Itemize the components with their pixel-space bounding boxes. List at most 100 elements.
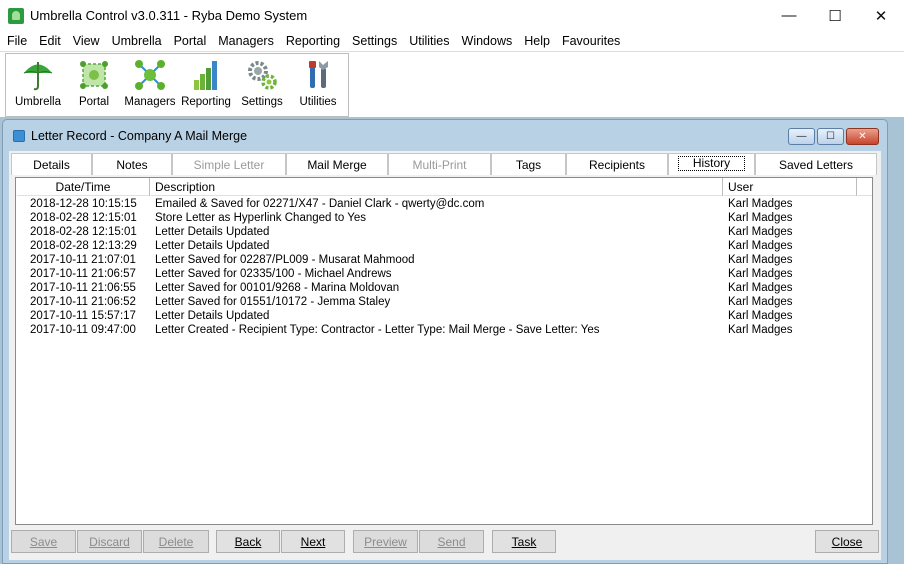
row-date: 2018-02-28 12:15:01 bbox=[30, 226, 137, 238]
toolbar-portal-button[interactable]: Portal bbox=[66, 54, 122, 116]
menu-edit[interactable]: Edit bbox=[32, 34, 66, 48]
tab-recipients-label: Recipients bbox=[588, 157, 646, 172]
umbrella-icon bbox=[23, 62, 53, 91]
close-button[interactable]: ✕ bbox=[858, 0, 904, 31]
toolbar-managers-button[interactable]: Managers bbox=[122, 54, 178, 116]
tab-history-label: History bbox=[677, 156, 746, 171]
row-description: Letter Details Updated bbox=[155, 226, 270, 238]
row-user: Karl Madges bbox=[728, 268, 793, 280]
menu-settings[interactable]: Settings bbox=[345, 34, 402, 48]
history-row[interactable]: 2018-02-28 12:13:29 Letter Details Update… bbox=[16, 239, 872, 253]
row-user: Karl Madges bbox=[728, 282, 793, 294]
tab-simple-letter[interactable]: Simple Letter bbox=[172, 153, 286, 175]
tab-simple-letter-label: Simple Letter bbox=[193, 157, 265, 172]
tools-icon bbox=[309, 61, 328, 88]
menu-reporting[interactable]: Reporting bbox=[279, 34, 345, 48]
portal-icon bbox=[80, 61, 108, 89]
tab-strip: Details Notes Simple Letter Mail Merge M… bbox=[11, 153, 877, 175]
tab-mail-merge[interactable]: Mail Merge bbox=[286, 153, 388, 175]
back-button[interactable]: Back bbox=[216, 530, 280, 553]
child-window-title: Letter Record - Company A Mail Merge bbox=[31, 128, 248, 143]
tab-history[interactable]: History bbox=[668, 153, 755, 175]
menu-portal[interactable]: Portal bbox=[167, 34, 212, 48]
tab-recipients[interactable]: Recipients bbox=[566, 153, 668, 175]
toolbar-area: Umbrella Portal Managers Reporting Setti… bbox=[0, 51, 904, 117]
tab-saved-letters[interactable]: Saved Letters bbox=[755, 153, 877, 175]
history-list-header: Date/Time Description User bbox=[16, 178, 872, 196]
toolbar-settings-button[interactable]: Settings bbox=[234, 54, 290, 116]
history-row[interactable]: 2018-02-28 12:15:01 Letter Details Update… bbox=[16, 225, 872, 239]
delete-button[interactable]: Delete bbox=[143, 530, 209, 553]
next-button[interactable]: Next bbox=[281, 530, 345, 553]
row-date: 2017-10-11 21:06:52 bbox=[30, 296, 136, 308]
row-description: Letter Details Updated bbox=[155, 310, 270, 322]
row-description: Emailed & Saved for 02271/X47 - Daniel C… bbox=[155, 198, 485, 210]
tab-multi-print-label: Multi-Print bbox=[412, 157, 467, 172]
minimize-button[interactable]: — bbox=[766, 0, 812, 31]
history-row[interactable]: 2018-12-28 10:15:15 Emailed & Saved for 0… bbox=[16, 197, 872, 211]
managers-icon bbox=[135, 60, 165, 90]
row-description: Letter Saved for 00101/9268 - Marina Mol… bbox=[155, 282, 400, 294]
row-user: Karl Madges bbox=[728, 296, 793, 308]
history-row[interactable]: 2017-10-11 09:47:00 Letter Created - Reci… bbox=[16, 323, 872, 337]
row-date: 2017-10-11 15:57:17 bbox=[30, 310, 136, 322]
toolbar-settings-label: Settings bbox=[241, 96, 283, 108]
history-row[interactable]: 2018-02-28 12:15:01 Store Letter as Hyper… bbox=[16, 211, 872, 225]
tab-tags-label: Tags bbox=[515, 157, 542, 172]
tab-multi-print[interactable]: Multi-Print bbox=[388, 153, 491, 175]
menu-help[interactable]: Help bbox=[517, 34, 555, 48]
menu-windows[interactable]: Windows bbox=[455, 34, 518, 48]
toolbar-utilities-button[interactable]: Utilities bbox=[290, 54, 346, 116]
menu-file[interactable]: File bbox=[0, 34, 32, 48]
row-user: Karl Madges bbox=[728, 310, 793, 322]
history-row[interactable]: 2017-10-11 21:06:55 Letter Saved for 0010… bbox=[16, 281, 872, 295]
history-row[interactable]: 2017-10-11 15:57:17 Letter Details Update… bbox=[16, 309, 872, 323]
tab-details[interactable]: Details bbox=[11, 153, 92, 175]
toolbar-umbrella-button[interactable]: Umbrella bbox=[10, 54, 66, 116]
child-minimize-button[interactable]: — bbox=[788, 128, 815, 145]
tab-tags[interactable]: Tags bbox=[491, 153, 566, 175]
menu-favourites[interactable]: Favourites bbox=[555, 34, 625, 48]
child-body: Details Notes Simple Letter Mail Merge M… bbox=[9, 151, 881, 560]
history-row[interactable]: 2017-10-11 21:06:57 Letter Saved for 0233… bbox=[16, 267, 872, 281]
column-header-description[interactable]: Description bbox=[150, 178, 723, 196]
menu-utilities[interactable]: Utilities bbox=[402, 34, 454, 48]
tab-notes[interactable]: Notes bbox=[92, 153, 172, 175]
row-date: 2017-10-11 21:06:57 bbox=[30, 268, 136, 280]
close-form-button[interactable]: Close bbox=[815, 530, 879, 553]
menu-view[interactable]: View bbox=[66, 34, 105, 48]
menu-managers[interactable]: Managers bbox=[211, 34, 279, 48]
history-row[interactable]: 2017-10-11 21:06:52 Letter Saved for 0155… bbox=[16, 295, 872, 309]
row-description: Letter Details Updated bbox=[155, 240, 270, 252]
row-description: Letter Saved for 01551/10172 - Jemma Sta… bbox=[155, 296, 391, 308]
history-rows: 2018-12-28 10:15:15 Emailed & Saved for 0… bbox=[16, 197, 872, 337]
child-close-button[interactable]: ✕ bbox=[846, 128, 879, 145]
history-list[interactable]: Date/Time Description User 2018-12-28 10… bbox=[15, 177, 873, 525]
bar-chart-icon bbox=[194, 61, 217, 90]
column-header-date[interactable]: Date/Time bbox=[16, 178, 150, 196]
row-user: Karl Madges bbox=[728, 324, 793, 336]
discard-button[interactable]: Discard bbox=[77, 530, 142, 553]
row-user: Karl Madges bbox=[728, 240, 793, 252]
gears-icon bbox=[248, 61, 277, 90]
send-button[interactable]: Send bbox=[419, 530, 484, 553]
task-button[interactable]: Task bbox=[492, 530, 556, 553]
child-maximize-button[interactable]: ☐ bbox=[817, 128, 844, 145]
preview-button[interactable]: Preview bbox=[353, 530, 418, 553]
tab-saved-letters-label: Saved Letters bbox=[778, 157, 854, 172]
maximize-button[interactable]: ☐ bbox=[812, 0, 858, 31]
row-date: 2018-02-28 12:15:01 bbox=[30, 212, 137, 224]
menu-umbrella[interactable]: Umbrella bbox=[105, 34, 167, 48]
save-button[interactable]: Save bbox=[11, 530, 76, 553]
history-row[interactable]: 2017-10-11 21:07:01 Letter Saved for 0228… bbox=[16, 253, 872, 267]
tab-details-label: Details bbox=[33, 157, 70, 172]
toolbar-reporting-button[interactable]: Reporting bbox=[178, 54, 234, 116]
window-title-bar: Umbrella Control v3.0.311 - Ryba Demo Sy… bbox=[0, 0, 904, 31]
row-date: 2018-12-28 10:15:15 bbox=[30, 198, 137, 210]
window-title: Umbrella Control v3.0.311 - Ryba Demo Sy… bbox=[30, 8, 308, 23]
tab-notes-label: Notes bbox=[116, 157, 148, 172]
row-date: 2017-10-11 21:07:01 bbox=[30, 254, 136, 266]
row-user: Karl Madges bbox=[728, 254, 793, 266]
tab-mail-merge-label: Mail Merge bbox=[307, 157, 367, 172]
column-header-user[interactable]: User bbox=[723, 178, 857, 196]
